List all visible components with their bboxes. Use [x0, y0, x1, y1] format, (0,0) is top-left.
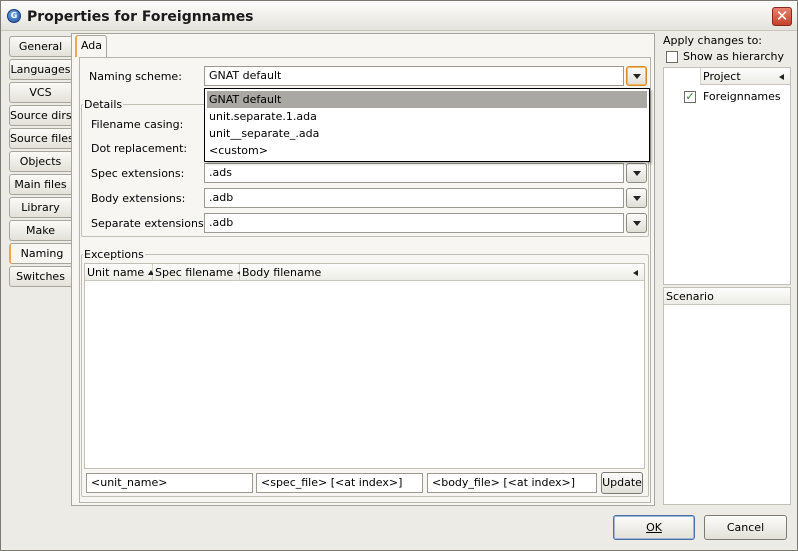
- separate-extensions-label: Separate extensions:: [91, 217, 208, 230]
- dot-replacement-label: Dot replacement:: [91, 142, 188, 155]
- chevron-down-icon: [633, 196, 641, 201]
- spec-extensions-combo[interactable]: .ads: [204, 163, 624, 183]
- tab-main-files[interactable]: Main files: [9, 174, 71, 195]
- column-body-filename[interactable]: Body filename: [240, 264, 644, 281]
- tab-label: Source dirs: [10, 109, 71, 122]
- tab-label: Naming: [20, 247, 64, 260]
- body-extensions-combo[interactable]: .adb: [204, 188, 624, 208]
- exceptions-title: Exceptions: [83, 248, 145, 261]
- separate-extensions-combo[interactable]: .adb: [204, 213, 624, 233]
- tab-general[interactable]: General: [9, 36, 71, 57]
- spec-extensions-label: Spec extensions:: [91, 167, 185, 180]
- separate-extensions-dropdown-button[interactable]: [626, 213, 647, 233]
- foreignnames-checkbox[interactable]: ✓: [684, 91, 696, 103]
- title-bar: G Properties for Foreignnames ✕: [1, 1, 797, 31]
- dropdown-option-unit-separate-underscore[interactable]: unit__separate_.ada: [207, 125, 647, 142]
- tab-label: Library: [21, 201, 60, 214]
- close-button[interactable]: ✕: [772, 7, 792, 26]
- naming-scheme-dropdown-button[interactable]: [626, 66, 647, 86]
- close-icon: ✕: [775, 7, 789, 25]
- tab-label: VCS: [29, 86, 52, 99]
- exceptions-table[interactable]: Unit name Spec filename Body filename: [84, 263, 645, 469]
- spec-file-input[interactable]: <spec_file> [<at index>]: [256, 473, 423, 493]
- body-extensions-dropdown-button[interactable]: [626, 188, 647, 208]
- tab-label: Languages: [10, 63, 71, 76]
- column-arrow-icon: [779, 74, 784, 80]
- column-label: Spec filename: [155, 266, 234, 279]
- project-column-header[interactable]: Project: [700, 68, 790, 85]
- tab-label: Objects: [19, 155, 62, 168]
- column-label: Project: [703, 70, 741, 83]
- chevron-down-icon: [633, 74, 641, 79]
- naming-scheme-dropdown-list: GNAT default unit.separate.1.ada unit__s…: [204, 88, 650, 162]
- chevron-down-icon: [633, 171, 641, 176]
- tab-source-dirs[interactable]: Source dirs: [9, 105, 71, 126]
- dropdown-option-gnat-default[interactable]: GNAT default: [207, 91, 647, 108]
- tab-objects[interactable]: Objects: [9, 151, 71, 172]
- ok-button[interactable]: OK: [613, 515, 695, 540]
- details-title: Details: [83, 98, 124, 111]
- filename-casing-label: Filename casing:: [91, 118, 184, 131]
- tab-ada[interactable]: Ada: [75, 35, 107, 57]
- column-label: Unit name: [87, 266, 145, 279]
- tab-languages[interactable]: Languages: [9, 59, 71, 80]
- spec-extensions-dropdown-button[interactable]: [626, 163, 647, 183]
- chevron-down-icon: [633, 221, 641, 226]
- body-extensions-label: Body extensions:: [91, 192, 186, 205]
- tab-library[interactable]: Library: [9, 197, 71, 218]
- tab-naming[interactable]: Naming: [9, 243, 73, 264]
- column-label: Body filename: [242, 266, 322, 279]
- column-unit-name[interactable]: Unit name: [85, 264, 155, 281]
- unit-name-input[interactable]: <unit_name>: [86, 473, 253, 493]
- cancel-label: Cancel: [726, 521, 765, 534]
- tab-label: Switches: [16, 270, 65, 283]
- dropdown-option-unit-separate-1[interactable]: unit.separate.1.ada: [207, 108, 647, 125]
- tab-label: General: [18, 40, 63, 53]
- update-button[interactable]: Update: [601, 472, 643, 494]
- tab-make[interactable]: Make: [9, 220, 71, 241]
- ok-label: OK: [646, 521, 662, 534]
- body-file-input[interactable]: <body_file> [<at index>]: [427, 473, 597, 493]
- show-hierarchy-checkbox[interactable]: [666, 51, 678, 63]
- dropdown-option-custom[interactable]: <custom>: [207, 142, 647, 159]
- column-spec-filename[interactable]: Spec filename: [153, 264, 242, 281]
- column-label: Scenario: [666, 290, 714, 303]
- scenario-list[interactable]: Scenario: [663, 287, 791, 505]
- tab-label: Main files: [14, 178, 67, 191]
- properties-window: G Properties for Foreignnames ✕ General …: [0, 0, 798, 551]
- window-title: Properties for Foreignnames: [27, 9, 254, 25]
- tab-switches[interactable]: Switches: [9, 266, 71, 287]
- tab-label: Source files: [10, 132, 71, 145]
- naming-scheme-combo[interactable]: GNAT default: [204, 66, 624, 86]
- column-arrow-icon: [633, 270, 638, 276]
- apply-changes-title: Apply changes to:: [663, 34, 763, 47]
- gps-app-icon: G: [7, 9, 21, 23]
- naming-scheme-label: Naming scheme:: [89, 70, 182, 83]
- show-hierarchy-label: Show as hierarchy: [683, 50, 785, 63]
- foreignnames-label: Foreignnames: [703, 90, 781, 103]
- tab-vcs[interactable]: VCS: [9, 82, 71, 103]
- tab-label: Make: [26, 224, 55, 237]
- tab-source-files[interactable]: Source files: [9, 128, 71, 149]
- scenario-column-header[interactable]: Scenario: [664, 288, 790, 305]
- cancel-button[interactable]: Cancel: [704, 515, 787, 540]
